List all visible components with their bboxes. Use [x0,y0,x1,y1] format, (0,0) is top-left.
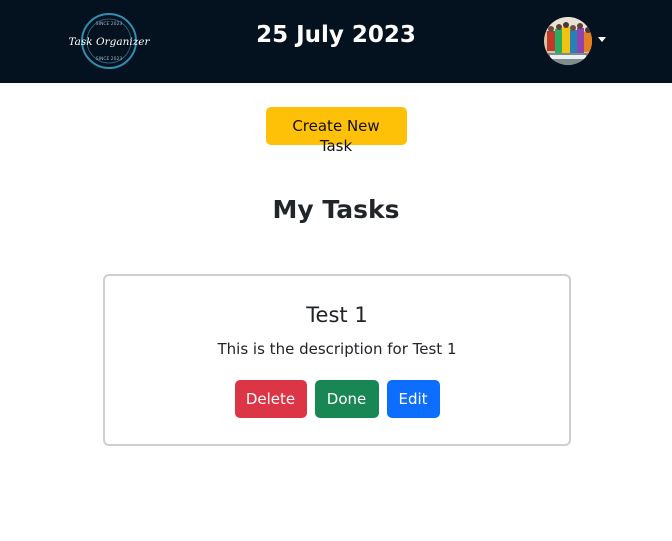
user-avatar-icon [544,17,592,65]
done-task-button[interactable]: Done [314,380,379,418]
user-menu-toggle[interactable] [544,17,606,65]
task-title: Test 1 [306,303,368,327]
task-description: This is the description for Test 1 [217,340,457,358]
task-actions: Delete Done Edit [105,380,569,418]
create-task-area: Create New Task [0,107,672,156]
page-title: My Tasks [272,195,400,224]
task-card: Test 1 This is the description for Test … [103,274,571,446]
create-new-task-button[interactable]: Create New Task [265,107,407,155]
edit-task-button[interactable]: Edit [386,380,440,418]
top-navbar: SINCE 2023 Task Organizer SINCE 2023 25 … [0,0,672,83]
caret-down-icon [598,36,606,42]
delete-task-button[interactable]: Delete [234,380,307,418]
